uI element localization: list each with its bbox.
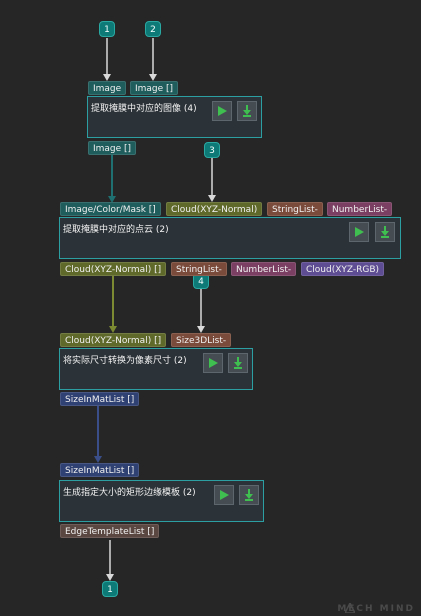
port-image-color-mask-input[interactable]: Image/Color/Mask [] bbox=[60, 202, 161, 216]
port-string-list-input[interactable]: StringList- bbox=[267, 202, 323, 216]
port-size-in-mat-list-input[interactable]: SizeInMatList [] bbox=[60, 463, 140, 477]
input-badge[interactable]: 3 bbox=[204, 142, 220, 158]
arrowhead bbox=[103, 74, 111, 81]
debug-output-icon bbox=[245, 489, 253, 501]
step-title: 生成指定大小的矩形边缘模板 (2) bbox=[63, 488, 196, 498]
port-image-list-output[interactable]: Image [] bbox=[88, 141, 137, 155]
run-button[interactable] bbox=[349, 222, 369, 242]
watermark: MECH MIND bbox=[337, 604, 415, 614]
arrowhead bbox=[197, 326, 205, 333]
arrowhead bbox=[94, 456, 102, 463]
step-extract-image-in-mask[interactable]: 提取掩膜中对应的图像 (4) bbox=[87, 96, 262, 138]
port-string-list-output[interactable]: StringList- bbox=[171, 262, 227, 276]
port-image-input[interactable]: Image bbox=[88, 81, 127, 95]
debug-output-button[interactable] bbox=[375, 222, 395, 242]
step-extract-cloud-in-mask[interactable]: 提取掩膜中对应的点云 (2) bbox=[59, 217, 401, 259]
step-convert-size-to-pixels[interactable]: 将实际尺寸转换为像素尺寸 (2) bbox=[59, 348, 253, 390]
port-number-list-output[interactable]: NumberList- bbox=[231, 262, 297, 276]
input-badge[interactable]: 2 bbox=[145, 21, 161, 37]
arrowhead bbox=[109, 326, 117, 333]
port-size3d-list-input[interactable]: Size3DList- bbox=[171, 333, 232, 347]
step-title: 提取掩膜中对应的图像 (4) bbox=[91, 104, 197, 114]
arrowhead bbox=[106, 574, 114, 581]
step-generate-rect-edge-template[interactable]: 生成指定大小的矩形边缘模板 (2) bbox=[59, 480, 264, 522]
port-image-list-input[interactable]: Image [] bbox=[130, 81, 179, 95]
debug-output-icon bbox=[234, 357, 242, 369]
run-icon bbox=[218, 106, 227, 116]
port-number-list-input[interactable]: NumberList- bbox=[327, 202, 393, 216]
arrowhead bbox=[149, 74, 157, 81]
output-badge[interactable]: 1 bbox=[102, 581, 118, 597]
run-button[interactable] bbox=[214, 485, 234, 505]
run-icon bbox=[355, 227, 364, 237]
port-cloud-rgb-output[interactable]: Cloud(XYZ-RGB) bbox=[301, 262, 385, 276]
port-cloud-normal-list-output[interactable]: Cloud(XYZ-Normal) [] bbox=[60, 262, 167, 276]
step-title: 提取掩膜中对应的点云 (2) bbox=[63, 225, 169, 235]
debug-output-button[interactable] bbox=[239, 485, 259, 505]
port-edge-template-list-output[interactable]: EdgeTemplateList [] bbox=[60, 524, 160, 538]
debug-output-icon bbox=[381, 226, 389, 238]
run-icon bbox=[220, 490, 229, 500]
debug-output-button[interactable] bbox=[237, 101, 257, 121]
run-icon bbox=[209, 358, 218, 368]
debug-output-button[interactable] bbox=[228, 353, 248, 373]
port-size-in-mat-list-output[interactable]: SizeInMatList [] bbox=[60, 392, 140, 406]
input-badge[interactable]: 1 bbox=[99, 21, 115, 37]
arrowhead bbox=[208, 195, 216, 202]
port-cloud-normal-input[interactable]: Cloud(XYZ-Normal) bbox=[166, 202, 263, 216]
run-button[interactable] bbox=[203, 353, 223, 373]
debug-output-icon bbox=[243, 105, 251, 117]
step-title: 将实际尺寸转换为像素尺寸 (2) bbox=[63, 356, 187, 366]
run-button[interactable] bbox=[212, 101, 232, 121]
port-cloud-normal-list-input[interactable]: Cloud(XYZ-Normal) [] bbox=[60, 333, 167, 347]
